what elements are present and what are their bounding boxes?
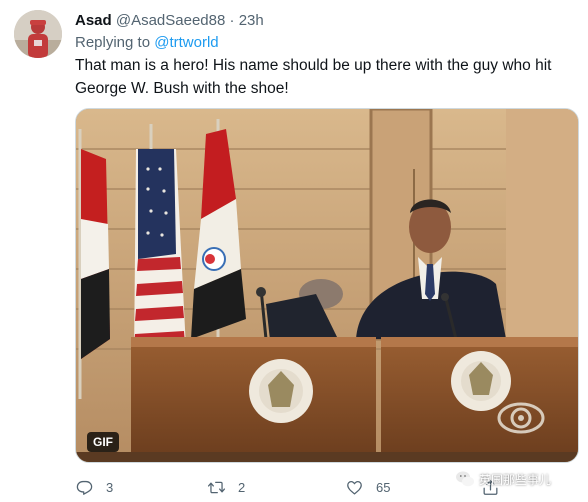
like-count: 65: [376, 479, 391, 495]
avatar[interactable]: [14, 10, 62, 58]
retweet-count: 2: [238, 479, 246, 495]
podium-right: [381, 337, 578, 452]
reply-button[interactable]: 3: [75, 474, 113, 500]
retweet-button[interactable]: 2: [207, 474, 245, 500]
reply-icon: [76, 480, 93, 495]
watermark-text: 英国那些事儿: [479, 472, 552, 487]
tweet-header: Asad @AsadSaeed88 · 23h: [75, 11, 264, 31]
wechat-icon: [456, 471, 474, 487]
avatar-image: [14, 10, 62, 58]
separator-dot: ·: [229, 12, 235, 29]
author-name[interactable]: Asad: [75, 12, 112, 29]
retweet-icon: [207, 481, 226, 493]
tweet-time[interactable]: 23h: [239, 12, 264, 29]
author-handle[interactable]: @AsadSaeed88: [116, 12, 225, 29]
watermark: 英国那些事儿: [455, 468, 551, 490]
replying-label: Replying to: [75, 34, 151, 51]
tweet-media[interactable]: [75, 108, 579, 463]
like-button[interactable]: 65: [345, 474, 390, 500]
reply-count: 3: [106, 479, 114, 495]
heart-icon: [347, 480, 362, 494]
gif-badge: GIF: [87, 432, 119, 452]
replying-to-mention[interactable]: @trtworld: [154, 34, 218, 51]
press-conference-image: [76, 109, 578, 462]
podium-left: [131, 337, 376, 452]
replying-to: Replying to @trtworld: [75, 33, 219, 53]
tweet-text: That man is a hero! His name should be u…: [75, 57, 552, 97]
